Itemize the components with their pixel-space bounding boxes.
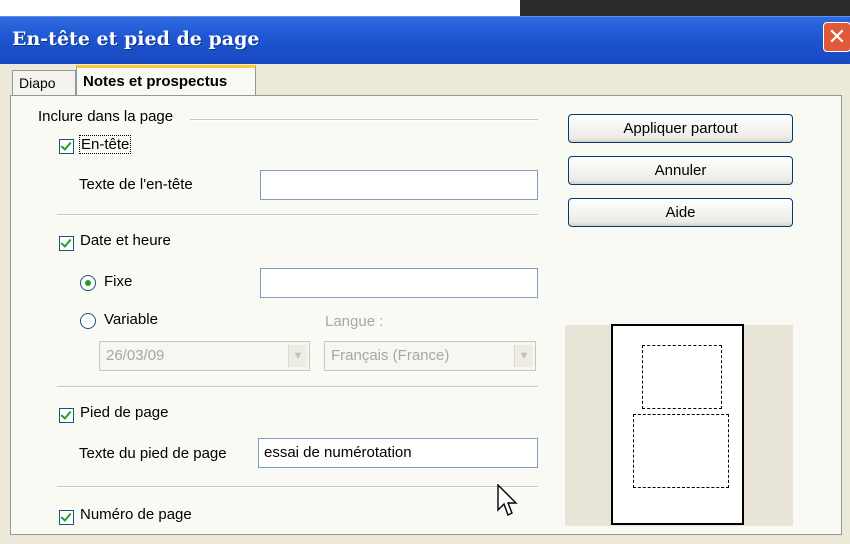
fixed-radio[interactable] [80,275,96,291]
chevron-down-icon[interactable]: ▼ [514,345,533,367]
close-icon: ✕ [827,24,847,49]
separator-3 [57,486,538,488]
language-label: Langue : [325,313,384,330]
header-checkbox-label[interactable]: En-tête [79,135,132,154]
cancel-button[interactable]: Annuler [568,156,793,185]
variable-radio-label[interactable]: Variable [104,311,158,328]
preview-slide-region [642,345,722,409]
header-checkbox[interactable] [59,139,74,154]
footer-checkbox[interactable] [59,408,74,423]
chevron-down-icon[interactable]: ▼ [288,345,307,367]
footer-text-label: Texte du pied de page [79,445,227,462]
mouse-cursor-icon [497,484,518,516]
language-select[interactable]: Français (France) ▼ [324,341,536,371]
apply-all-button[interactable]: Appliquer partout [568,114,793,143]
help-button[interactable]: Aide [568,198,793,227]
background-window-dark [520,0,850,16]
separator-1 [57,214,538,216]
variable-radio[interactable] [80,313,96,329]
date-format-select[interactable]: 26/03/09 ▼ [99,341,310,371]
header-text-label: Texte de l'en-tête [79,176,193,193]
separator-2 [57,386,538,388]
preview-notes-region [633,414,729,488]
header-text-input[interactable] [260,170,538,200]
window-title: En-tête et pied de page [12,28,260,50]
close-button[interactable]: ✕ [823,22,850,52]
page-number-checkbox-label[interactable]: Numéro de page [80,506,192,523]
group-separator [190,119,538,121]
page-number-checkbox[interactable] [59,510,74,525]
footer-text-input[interactable]: essai de numérotation [258,438,538,468]
fixed-date-input[interactable] [260,268,538,298]
footer-checkbox-label[interactable]: Pied de page [80,404,168,421]
language-value: Français (France) [331,347,450,364]
tab-notes-prospectus[interactable]: Notes et prospectus [76,65,256,95]
date-format-value: 26/03/09 [106,347,165,364]
group-label: Inclure dans la page [38,108,182,125]
datetime-checkbox-label[interactable]: Date et heure [80,232,171,249]
preview-page [611,324,744,525]
datetime-checkbox[interactable] [59,236,74,251]
fixed-radio-label[interactable]: Fixe [104,273,132,290]
tab-diapo[interactable]: Diapo [12,70,76,96]
